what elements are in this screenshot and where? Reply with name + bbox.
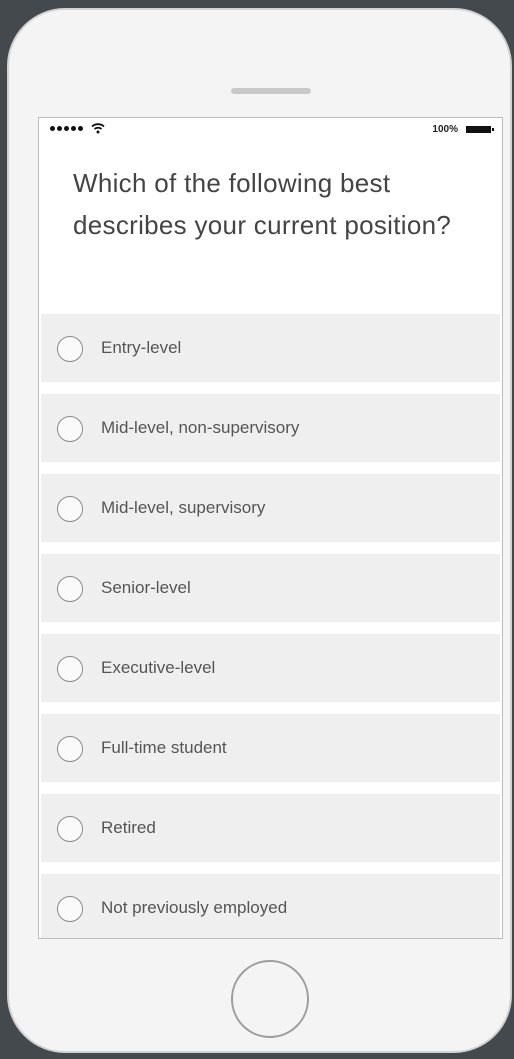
option-label: Entry-level bbox=[101, 338, 182, 357]
status-bar: 100% bbox=[39, 118, 502, 142]
phone-frame: 100% Which of the following best describ… bbox=[7, 8, 512, 1053]
survey-question: Which of the following best describes yo… bbox=[73, 168, 452, 240]
wifi-icon bbox=[91, 123, 105, 134]
option-label: Mid-level, supervisory bbox=[101, 498, 266, 517]
option-full-time-student[interactable]: Full-time student bbox=[41, 714, 500, 782]
radio-empty-icon[interactable] bbox=[57, 896, 83, 922]
option-label: Executive-level bbox=[101, 658, 216, 677]
phone-screen: 100% Which of the following best describ… bbox=[38, 117, 503, 939]
signal-dots-icon bbox=[50, 126, 83, 131]
speaker-slot bbox=[231, 88, 311, 94]
option-label: Full-time student bbox=[101, 738, 227, 757]
option-senior-level[interactable]: Senior-level bbox=[41, 554, 500, 622]
option-label: Mid-level, non-supervisory bbox=[101, 418, 300, 437]
option-not-previously-employed[interactable]: Not previously employed bbox=[41, 874, 500, 938]
option-retired[interactable]: Retired bbox=[41, 794, 500, 862]
radio-empty-icon[interactable] bbox=[57, 816, 83, 842]
radio-empty-icon[interactable] bbox=[57, 656, 83, 682]
option-label: Senior-level bbox=[101, 578, 191, 597]
battery-icon bbox=[466, 126, 494, 133]
radio-empty-icon[interactable] bbox=[57, 576, 83, 602]
option-label: Retired bbox=[101, 818, 156, 837]
option-executive-level[interactable]: Executive-level bbox=[41, 634, 500, 702]
battery-percent: 100% bbox=[432, 124, 458, 135]
option-mid-level-supervisory[interactable]: Mid-level, supervisory bbox=[41, 474, 500, 542]
home-button[interactable] bbox=[231, 960, 309, 1038]
radio-empty-icon[interactable] bbox=[57, 336, 83, 362]
radio-empty-icon[interactable] bbox=[57, 736, 83, 762]
option-label: Not previously employed bbox=[101, 898, 288, 917]
options-list: Entry-level Mid-level, non-supervisory M… bbox=[41, 314, 500, 938]
radio-empty-icon[interactable] bbox=[57, 496, 83, 522]
option-mid-level-non-supervisory[interactable]: Mid-level, non-supervisory bbox=[41, 394, 500, 462]
radio-empty-icon[interactable] bbox=[57, 416, 83, 442]
option-entry-level[interactable]: Entry-level bbox=[41, 314, 500, 382]
